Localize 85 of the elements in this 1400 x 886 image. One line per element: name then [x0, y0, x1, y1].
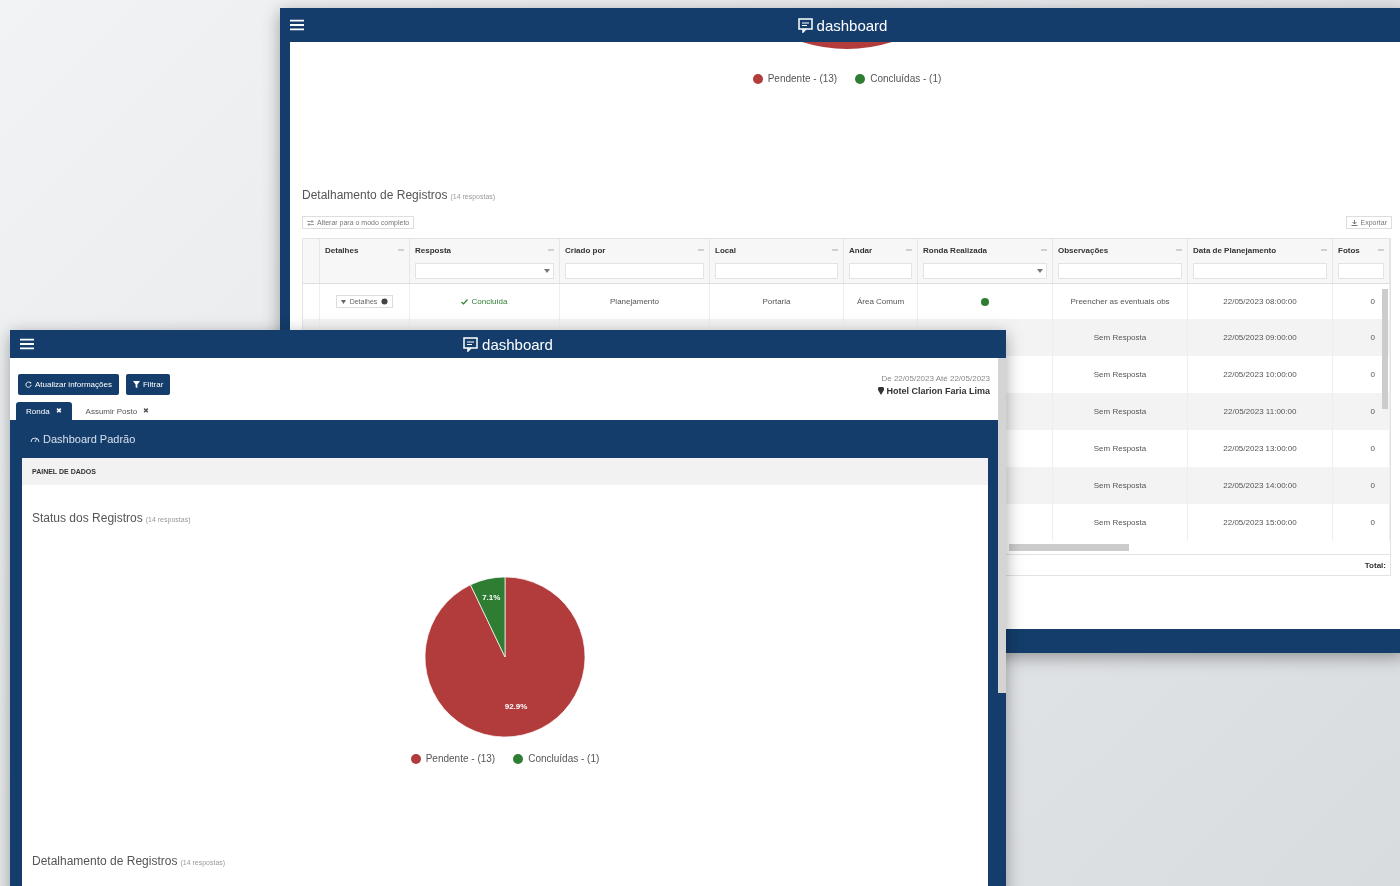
date-range: De 22/05/2023 Até 22/05/2023 — [881, 374, 990, 383]
table-cell: 0 — [1370, 444, 1375, 453]
vertical-scrollbar[interactable] — [1382, 289, 1388, 409]
legend-label: Pendente - (13) — [425, 753, 496, 764]
section-title: Detalhamento de Registros — [32, 854, 178, 868]
column-menu-icon[interactable] — [832, 248, 838, 252]
table-cell: 0 — [1370, 407, 1375, 416]
column-menu-icon[interactable] — [1176, 248, 1182, 252]
column-header[interactable]: Detalhes — [325, 245, 359, 255]
table-cell: 22/05/2023 09:00:00 — [1223, 333, 1297, 342]
chat-screen-icon — [463, 336, 479, 352]
legend-label: Pendente - (13) — [767, 73, 838, 84]
filter-dropdown[interactable] — [415, 263, 554, 279]
caret-icon — [544, 269, 550, 273]
filter-field[interactable] — [715, 263, 838, 279]
table-cell: 22/05/2023 11:00:00 — [1223, 407, 1297, 416]
legend-label: Concluídas - (1) — [870, 73, 942, 84]
vertical-scrollbar[interactable] — [998, 358, 1006, 693]
table-cell: Sem Resposta — [1093, 481, 1147, 490]
column-header[interactable]: Ronda Realizada — [923, 245, 987, 255]
table-cell: Planejamento — [610, 297, 659, 306]
table-cell: 0 — [1370, 333, 1375, 342]
column-header[interactable]: Resposta — [415, 245, 451, 255]
column-header[interactable]: Data de Planejamento — [1193, 245, 1277, 255]
caret-icon — [1037, 269, 1043, 273]
funnel-icon — [132, 381, 140, 388]
refresh-icon — [25, 381, 32, 388]
scrollbar-thumb[interactable] — [1009, 544, 1129, 551]
total-label: Total: — [1364, 560, 1386, 570]
answer-status: Concluída — [471, 297, 508, 306]
filter-dropdown[interactable] — [923, 263, 1047, 279]
filter-field[interactable] — [1338, 263, 1384, 279]
table-cell: 22/05/2023 13:00:00 — [1223, 444, 1297, 453]
filter-field[interactable] — [1193, 263, 1327, 279]
refresh-button[interactable]: Atualizar informações — [18, 374, 119, 395]
table-cell: 22/05/2023 14:00:00 — [1223, 481, 1297, 490]
filter-field[interactable] — [849, 263, 912, 279]
column-menu-icon[interactable] — [1321, 248, 1327, 252]
table-cell: Área Comum — [856, 297, 905, 306]
column-menu-icon[interactable] — [1378, 248, 1384, 252]
legend-label: Concluídas - (1) — [528, 753, 600, 764]
filter-field[interactable] — [1058, 263, 1182, 279]
swap-arrows-icon — [307, 219, 314, 226]
map-pin-icon — [878, 387, 885, 395]
filter-field[interactable] — [565, 263, 704, 279]
column-menu-icon[interactable] — [698, 248, 704, 252]
slice-label: 7.1% — [482, 592, 501, 602]
column-menu-icon[interactable] — [398, 248, 404, 252]
table-cell: 22/05/2023 08:00:00 — [1223, 297, 1297, 306]
slice-label: 92.9% — [504, 701, 528, 711]
caret-icon — [340, 299, 346, 304]
check-icon — [461, 298, 469, 305]
filter-button[interactable]: Filtrar — [125, 374, 171, 395]
location-name: Hotel Clarion Faria Lima — [886, 386, 990, 396]
column-header[interactable]: Fotos — [1338, 245, 1360, 255]
section-title: Detalhamento de Registros — [302, 188, 448, 202]
column-header[interactable]: Local — [715, 245, 736, 255]
table-cell: Sem Resposta — [1093, 444, 1147, 453]
chart-title: Status dos Registros — [32, 511, 143, 525]
dashboard-title: Dashboard Padrão — [43, 433, 136, 445]
column-header[interactable]: Andar — [849, 245, 873, 255]
table-cell: 0 — [1370, 481, 1375, 490]
column-menu-icon[interactable] — [548, 248, 554, 252]
table-cell: 22/05/2023 15:00:00 — [1223, 518, 1297, 527]
table-cell: Sem Resposta — [1093, 333, 1147, 342]
menu-icon[interactable] — [20, 338, 34, 350]
table-cell: Sem Resposta — [1093, 407, 1147, 416]
table-cell: 0 — [1370, 297, 1375, 306]
table-cell: Sem Resposta — [1093, 370, 1147, 379]
column-menu-icon[interactable] — [1041, 248, 1047, 252]
column-header[interactable]: Observações — [1058, 245, 1109, 255]
table-cell: 0 — [1370, 518, 1375, 527]
column-header[interactable]: Criado por — [565, 245, 606, 255]
menu-icon[interactable] — [290, 19, 304, 31]
table-cell: 0 — [1370, 370, 1375, 379]
table-cell: Sem Resposta — [1093, 518, 1147, 527]
download-icon — [1350, 219, 1358, 226]
app-logo-text: dashboard — [482, 335, 553, 353]
table-cell: Preencher as eventuais obs — [1070, 297, 1170, 306]
table-cell: 22/05/2023 10:00:00 — [1223, 370, 1297, 379]
app-logo-text: dashboard — [816, 16, 888, 34]
column-menu-icon[interactable] — [906, 248, 912, 252]
table-cell: Portaria — [762, 297, 791, 306]
chat-screen-icon — [797, 17, 813, 33]
gauge-icon — [30, 435, 40, 443]
